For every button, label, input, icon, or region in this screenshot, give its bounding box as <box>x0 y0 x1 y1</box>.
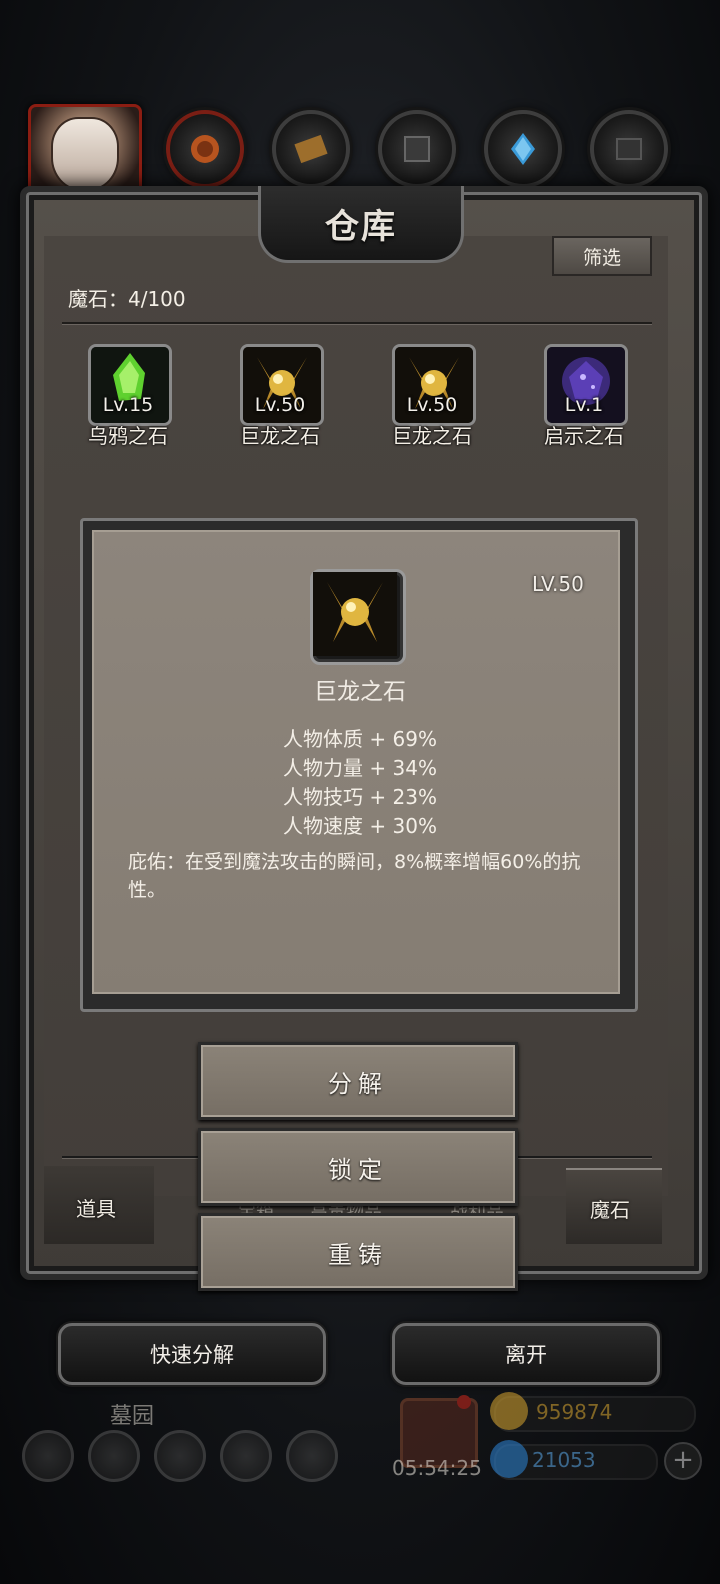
leave-button[interactable]: 离开 <box>392 1323 660 1385</box>
gem-amount: 21053 <box>532 1448 596 1472</box>
stone-name: 乌鸦之石 <box>88 424 168 448</box>
title-plate: 仓库 <box>258 186 464 263</box>
gift-timer: 05:54:25 <box>392 1456 482 1480</box>
stat-line: 人物速度 + 30% <box>283 814 437 838</box>
stone-slot-3[interactable]: Lv.50 <box>390 344 476 426</box>
stat-line: 人物技巧 + 23% <box>283 785 437 809</box>
stone-level: Lv.1 <box>564 394 604 416</box>
rank-icon[interactable] <box>286 1430 338 1482</box>
stone-level: Lv.50 <box>406 394 458 416</box>
map-icon[interactable] <box>154 1430 206 1482</box>
hero-face-icon <box>51 117 119 191</box>
lock-button[interactable]: 锁定 <box>198 1128 518 1206</box>
quick-decompose-button[interactable]: 快速分解 <box>58 1323 326 1385</box>
tab-magic-stone[interactable]: 魔石 <box>590 1194 630 1223</box>
stone-level: Lv.50 <box>254 394 306 416</box>
detail-description: 庇佑：在受到魔法攻击的瞬间，8%概率增幅60%的抗性。 <box>128 851 581 901</box>
decompose-button[interactable]: 分解 <box>198 1042 518 1120</box>
stone-slot-2[interactable]: Lv.50 <box>238 344 324 426</box>
dragon-stone-icon <box>310 569 406 665</box>
detail-name: 巨龙之石 <box>314 679 406 705</box>
scroll-category-icon[interactable] <box>272 110 350 188</box>
filter-button[interactable]: 筛选 <box>552 236 652 276</box>
stone-slot-1[interactable]: Lv.15 <box>86 344 172 426</box>
gold-amount: 959874 <box>536 1400 613 1424</box>
location-label: 墓园 <box>110 1404 155 1429</box>
stat-line: 人物体质 + 69% <box>283 727 437 751</box>
equipment-category-icon[interactable] <box>166 110 244 188</box>
divider <box>62 322 652 325</box>
stat-line: 人物力量 + 34% <box>283 756 437 780</box>
notification-dot-icon <box>457 1395 471 1409</box>
add-currency-button[interactable]: + <box>664 1442 702 1480</box>
stone-level: Lv.15 <box>102 394 154 416</box>
stone-slot-4[interactable]: Lv.1 <box>542 344 628 426</box>
stone-name: 巨龙之石 <box>392 424 472 448</box>
achievement-icon[interactable] <box>88 1430 140 1482</box>
recast-button[interactable]: 重铸 <box>198 1213 518 1291</box>
stone-count-label: 魔石：4/100 <box>68 287 186 311</box>
material-category-icon[interactable] <box>590 110 668 188</box>
stone-name: 启示之石 <box>544 424 624 448</box>
page-title: 仓库 <box>325 206 397 247</box>
settings-icon[interactable] <box>22 1430 74 1482</box>
armor-category-icon[interactable] <box>378 110 456 188</box>
detail-level: LV.50 <box>532 572 584 596</box>
mail-icon[interactable] <box>220 1430 272 1482</box>
stone-name: 巨龙之石 <box>240 424 320 448</box>
tab-items[interactable]: 道具 <box>76 1193 116 1222</box>
crystal-category-icon[interactable] <box>484 110 562 188</box>
gold-coin-icon <box>490 1392 528 1430</box>
gem-icon <box>490 1440 528 1478</box>
